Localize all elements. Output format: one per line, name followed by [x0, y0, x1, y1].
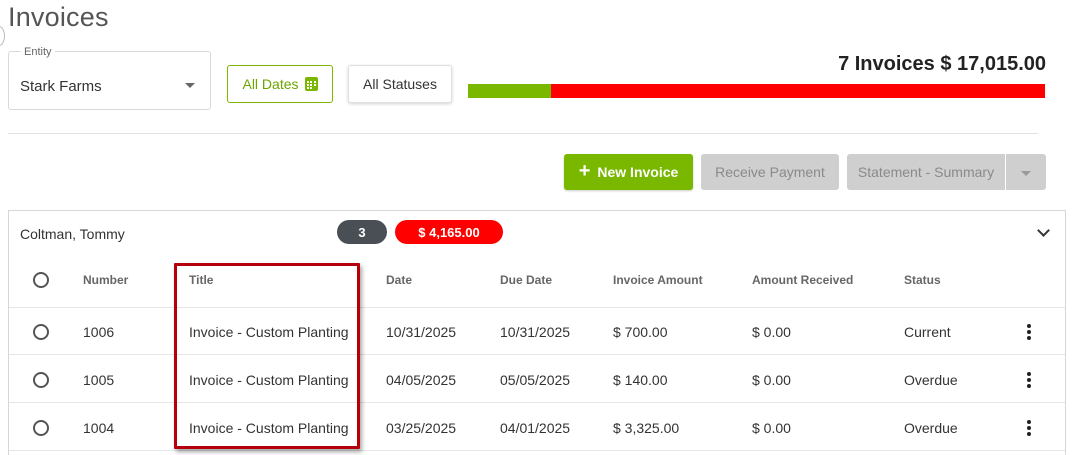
invoice-number: 1004	[83, 420, 115, 436]
page-edge-handle	[0, 26, 5, 46]
section-divider	[8, 133, 1038, 134]
page-title: Invoices	[8, 2, 109, 32]
invoice-due-date: 04/01/2025	[500, 420, 571, 436]
invoice-title: Invoice - Custom Planting	[189, 420, 349, 436]
payment-progress-bar	[468, 84, 1045, 98]
header-status: Status	[904, 273, 941, 287]
invoice-summary: 7 Invoices $ 17,015.00	[838, 53, 1046, 75]
invoice-status: Overdue	[904, 372, 958, 388]
invoice-due-date: 05/05/2025	[500, 372, 571, 388]
receive-payment-button[interactable]: Receive Payment	[701, 154, 839, 190]
invoice-amount: $ 3,325.00	[613, 420, 680, 436]
all-statuses-button[interactable]: All Statuses	[348, 65, 452, 103]
row-select-radio[interactable]	[33, 324, 49, 340]
entity-select[interactable]: Entity Stark Farms	[8, 46, 211, 110]
invoice-title: Invoice - Custom Planting	[189, 324, 349, 340]
header-due-date: Due Date	[500, 273, 553, 287]
select-all-radio[interactable]	[33, 272, 49, 288]
progress-paid-fill	[468, 84, 551, 98]
row-divider	[9, 402, 1065, 403]
receive-payment-label: Receive Payment	[715, 164, 825, 180]
entity-label: Entity	[21, 46, 55, 58]
invoice-amount: $ 140.00	[613, 372, 668, 388]
invoice-number: 1005	[83, 372, 115, 388]
customer-name: Coltman, Tommy	[20, 226, 125, 242]
header-number: Number	[83, 273, 129, 287]
invoice-date: 03/25/2025	[386, 420, 457, 436]
header-title: Title	[189, 273, 214, 287]
statement-summary-button[interactable]: Statement - Summary	[847, 154, 1005, 190]
statement-dropdown-toggle[interactable]	[1006, 154, 1046, 190]
more-vertical-icon[interactable]	[1027, 324, 1031, 340]
invoice-count-badge: 3	[337, 220, 387, 244]
row-divider	[9, 354, 1065, 355]
more-vertical-icon[interactable]	[1027, 372, 1031, 388]
all-dates-label: All Dates	[242, 76, 299, 92]
invoice-status: Current	[904, 324, 951, 340]
calendar-icon	[304, 77, 318, 91]
amount-received: $ 0.00	[752, 372, 791, 388]
invoice-amount: $ 700.00	[613, 324, 668, 340]
invoice-date: 04/05/2025	[386, 372, 457, 388]
more-vertical-icon[interactable]	[1027, 420, 1031, 436]
header-invoice-amount: Invoice Amount	[613, 273, 703, 287]
customer-invoice-group: Coltman, Tommy 3 $ 4,165.00 Number Title…	[8, 210, 1066, 455]
invoice-due-date: 10/31/2025	[500, 324, 571, 340]
header-date: Date	[386, 273, 413, 287]
header-divider	[9, 307, 1065, 308]
statement-summary-label: Statement - Summary	[857, 164, 995, 180]
new-invoice-button[interactable]: + New Invoice	[564, 154, 693, 190]
entity-value: Stark Farms	[20, 78, 102, 95]
invoice-date: 10/31/2025	[386, 324, 457, 340]
new-invoice-label: New Invoice	[597, 164, 679, 180]
amount-received: $ 0.00	[752, 324, 791, 340]
row-select-radio[interactable]	[33, 372, 49, 388]
plus-icon: +	[578, 160, 591, 182]
all-statuses-label: All Statuses	[363, 76, 437, 92]
amount-due-badge: $ 4,165.00	[395, 220, 503, 244]
row-select-radio[interactable]	[33, 420, 49, 436]
invoice-number: 1006	[83, 324, 115, 340]
amount-received: $ 0.00	[752, 420, 791, 436]
invoice-title: Invoice - Custom Planting	[189, 372, 349, 388]
caret-down-icon	[185, 83, 195, 88]
row-divider	[9, 450, 1065, 451]
invoice-status: Overdue	[904, 420, 958, 436]
header-amount-received: Amount Received	[752, 273, 854, 287]
all-dates-button[interactable]: All Dates	[227, 65, 333, 103]
chevron-down-icon[interactable]	[1037, 224, 1050, 237]
